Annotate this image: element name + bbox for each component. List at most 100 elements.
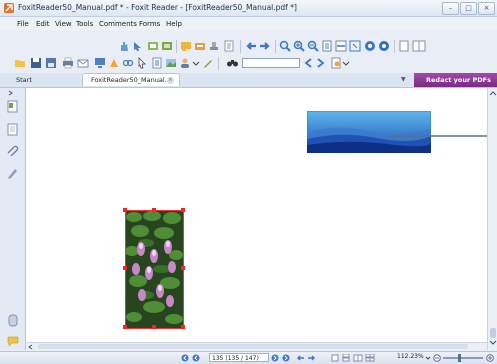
cursor-icon[interactable]	[136, 57, 148, 69]
search-input[interactable]	[242, 58, 300, 68]
highlight-icon[interactable]	[108, 57, 120, 69]
pencil-icon[interactable]	[202, 57, 214, 69]
selected-flower-image[interactable]	[125, 210, 184, 329]
menu-help[interactable]: Help	[166, 20, 182, 28]
vertical-scrollbar[interactable]	[487, 88, 497, 350]
snapshot-icon[interactable]	[147, 40, 159, 52]
attachment-icon[interactable]	[223, 40, 235, 52]
page-number-field[interactable]: 135 (135 / 147)	[209, 353, 269, 362]
rotate-left-icon[interactable]	[364, 40, 376, 52]
tab-document[interactable]: FoxitReader50_Manual.... ×	[82, 73, 180, 86]
facing-pages-icon[interactable]	[412, 40, 426, 52]
save-icon[interactable]	[30, 57, 42, 69]
continuous-facing-view-icon[interactable]	[365, 354, 375, 362]
close-button[interactable]: ×	[478, 2, 495, 15]
resize-handle[interactable]	[181, 266, 185, 270]
menu-tools[interactable]: Tools	[76, 20, 93, 28]
forward-arrow-icon[interactable]	[259, 40, 271, 52]
menu-edit[interactable]: Edit	[36, 20, 50, 28]
email-icon[interactable]	[77, 57, 89, 69]
resize-handle[interactable]	[181, 208, 185, 212]
document-icon[interactable]	[151, 57, 163, 69]
rotate-right-icon[interactable]	[378, 40, 390, 52]
redact-promo-banner[interactable]: Redact your PDFs	[414, 73, 497, 87]
forward-view-icon[interactable]	[307, 354, 316, 362]
menu-bar: File Edit View Tools Comments Forms Help	[0, 17, 497, 31]
menu-view[interactable]: View	[55, 20, 72, 28]
horizontal-scrollbar[interactable]	[26, 342, 487, 351]
actual-size-icon[interactable]	[349, 40, 361, 52]
resize-handle[interactable]	[152, 325, 156, 329]
scroll-thumb[interactable]	[490, 328, 496, 338]
sidebar-expand-icon[interactable]	[7, 90, 15, 96]
attachments-panel-icon[interactable]	[6, 144, 19, 156]
search-previous-icon[interactable]	[302, 57, 314, 69]
find-binoculars-icon[interactable]	[226, 57, 239, 69]
first-page-icon[interactable]	[181, 354, 189, 362]
resize-handle[interactable]	[181, 325, 185, 329]
zoom-in-icon[interactable]	[293, 40, 305, 52]
resize-handle[interactable]	[123, 325, 127, 329]
menu-forms[interactable]: Forms	[139, 20, 160, 28]
next-page-icon[interactable]	[271, 354, 279, 362]
tab-start[interactable]: Start	[6, 74, 86, 86]
resize-handle[interactable]	[123, 208, 127, 212]
open-folder-icon[interactable]	[14, 57, 26, 69]
zoom-dropdown-icon[interactable]	[425, 354, 431, 362]
fit-width-icon[interactable]	[335, 40, 347, 52]
single-page-icon[interactable]	[398, 40, 410, 52]
zoom-in-icon[interactable]	[486, 354, 494, 362]
typewriter-icon[interactable]	[194, 40, 206, 52]
zoom-icon[interactable]	[279, 40, 291, 52]
pages-panel-icon[interactable]	[7, 123, 19, 136]
tab-document-label: FoxitReader50_Manual....	[91, 76, 173, 84]
back-view-icon[interactable]	[296, 354, 305, 362]
menu-comments[interactable]: Comments	[99, 20, 137, 28]
comment-icon[interactable]	[180, 40, 192, 52]
facing-view-icon[interactable]	[353, 354, 363, 362]
select-text-icon[interactable]	[132, 40, 144, 52]
single-page-view-icon[interactable]	[331, 354, 339, 362]
horizontal-scroll-thumb[interactable]	[38, 344, 468, 349]
continuous-view-icon[interactable]	[342, 354, 350, 362]
print-icon[interactable]	[62, 57, 74, 69]
maximize-button[interactable]: □	[460, 2, 477, 15]
menu-file[interactable]: File	[17, 20, 29, 28]
zoom-slider-track[interactable]	[443, 357, 483, 359]
image-icon[interactable]	[165, 57, 177, 69]
layers-panel-icon[interactable]	[7, 314, 19, 327]
fit-page-icon[interactable]	[321, 40, 333, 52]
hand-tool-icon[interactable]	[118, 40, 130, 52]
tab-list-dropdown-icon[interactable]: ▼	[401, 76, 406, 83]
chevron-down-icon[interactable]	[192, 57, 200, 69]
document-canvas[interactable]	[26, 88, 487, 342]
zoom-out-icon[interactable]	[307, 40, 319, 52]
comments-panel-icon[interactable]	[6, 334, 20, 347]
chevron-down-icon[interactable]	[342, 57, 350, 69]
tab-close-icon[interactable]: ×	[167, 77, 174, 84]
resize-handle[interactable]	[123, 266, 127, 270]
search-options-icon[interactable]	[330, 57, 342, 69]
zoom-slider-thumb[interactable]	[458, 354, 461, 362]
search-next-icon[interactable]	[315, 57, 327, 69]
previous-page-icon[interactable]	[192, 354, 200, 362]
zoom-level[interactable]: 112.23%	[397, 353, 424, 360]
resize-handle[interactable]	[152, 208, 156, 212]
scroll-up-icon[interactable]	[489, 90, 497, 96]
back-arrow-icon[interactable]	[245, 40, 257, 52]
user-signature-icon[interactable]	[179, 57, 191, 69]
bookmarks-panel-icon[interactable]	[7, 100, 19, 113]
link-icon[interactable]	[122, 57, 134, 69]
signatures-panel-icon[interactable]	[6, 167, 19, 180]
landscape-banner-image[interactable]	[307, 111, 431, 153]
minimize-button[interactable]: –	[442, 2, 459, 15]
save-as-icon[interactable]	[45, 57, 57, 69]
foxit-app-icon[interactable]	[4, 3, 14, 13]
last-page-icon[interactable]	[282, 354, 290, 362]
stamp-icon[interactable]	[208, 40, 220, 52]
monitor-icon[interactable]	[94, 57, 106, 69]
scroll-left-icon[interactable]	[28, 344, 34, 350]
scroll-down-icon[interactable]	[489, 340, 497, 346]
zoom-out-icon[interactable]	[433, 354, 441, 362]
clipboard-icon[interactable]	[161, 40, 173, 52]
